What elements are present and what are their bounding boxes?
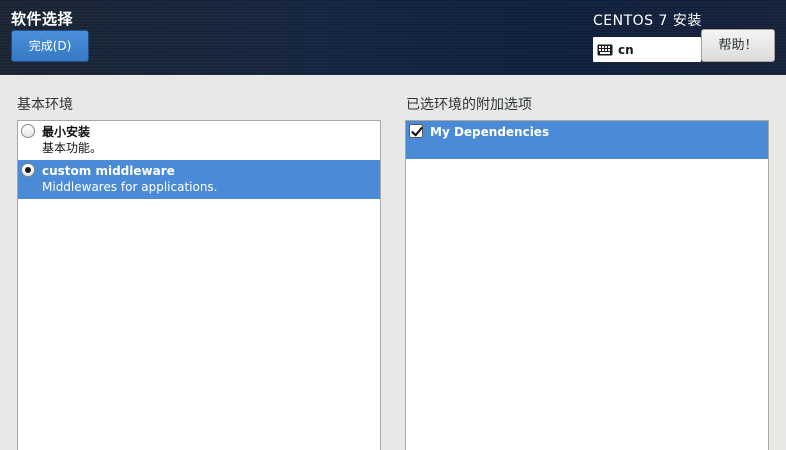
addon-item-my-dependencies[interactable]: My Dependencies	[406, 121, 768, 159]
addon-title: My Dependencies	[430, 125, 550, 139]
product-title: CENTOS 7 安装	[593, 13, 702, 29]
addons-heading: 已选环境的附加选项	[406, 97, 532, 113]
environment-title: custom middleware	[42, 164, 175, 178]
keyboard-layout-indicator[interactable]: cn	[593, 37, 701, 62]
base-environment-list: 最小安装 基本功能。 custom middleware Middlewares…	[17, 120, 381, 450]
environment-title: 最小安装	[42, 125, 91, 139]
addons-list: My Dependencies	[405, 120, 769, 450]
radio-button[interactable]	[21, 124, 35, 138]
environment-description: 基本功能。	[42, 141, 103, 155]
page-title: 软件选择	[11, 10, 74, 28]
keyboard-layout-label: cn	[618, 42, 634, 57]
base-environment-heading: 基本环境	[17, 97, 73, 113]
checkmark-icon	[411, 127, 423, 137]
radio-button-selected[interactable]	[21, 163, 35, 177]
header-bar: 软件选择 完成(D) CENTOS 7 安装 cn 帮助！	[0, 0, 786, 75]
environment-description: Middlewares for applications.	[42, 180, 218, 194]
done-button[interactable]: 完成(D)	[11, 30, 89, 62]
keyboard-icon	[597, 44, 613, 55]
help-button[interactable]: 帮助！	[701, 29, 775, 62]
environment-item-custom-middleware[interactable]: custom middleware Middlewares for applic…	[18, 160, 380, 199]
environment-item-minimal[interactable]: 最小安装 基本功能。	[18, 121, 380, 160]
addon-checkbox[interactable]	[409, 124, 423, 138]
